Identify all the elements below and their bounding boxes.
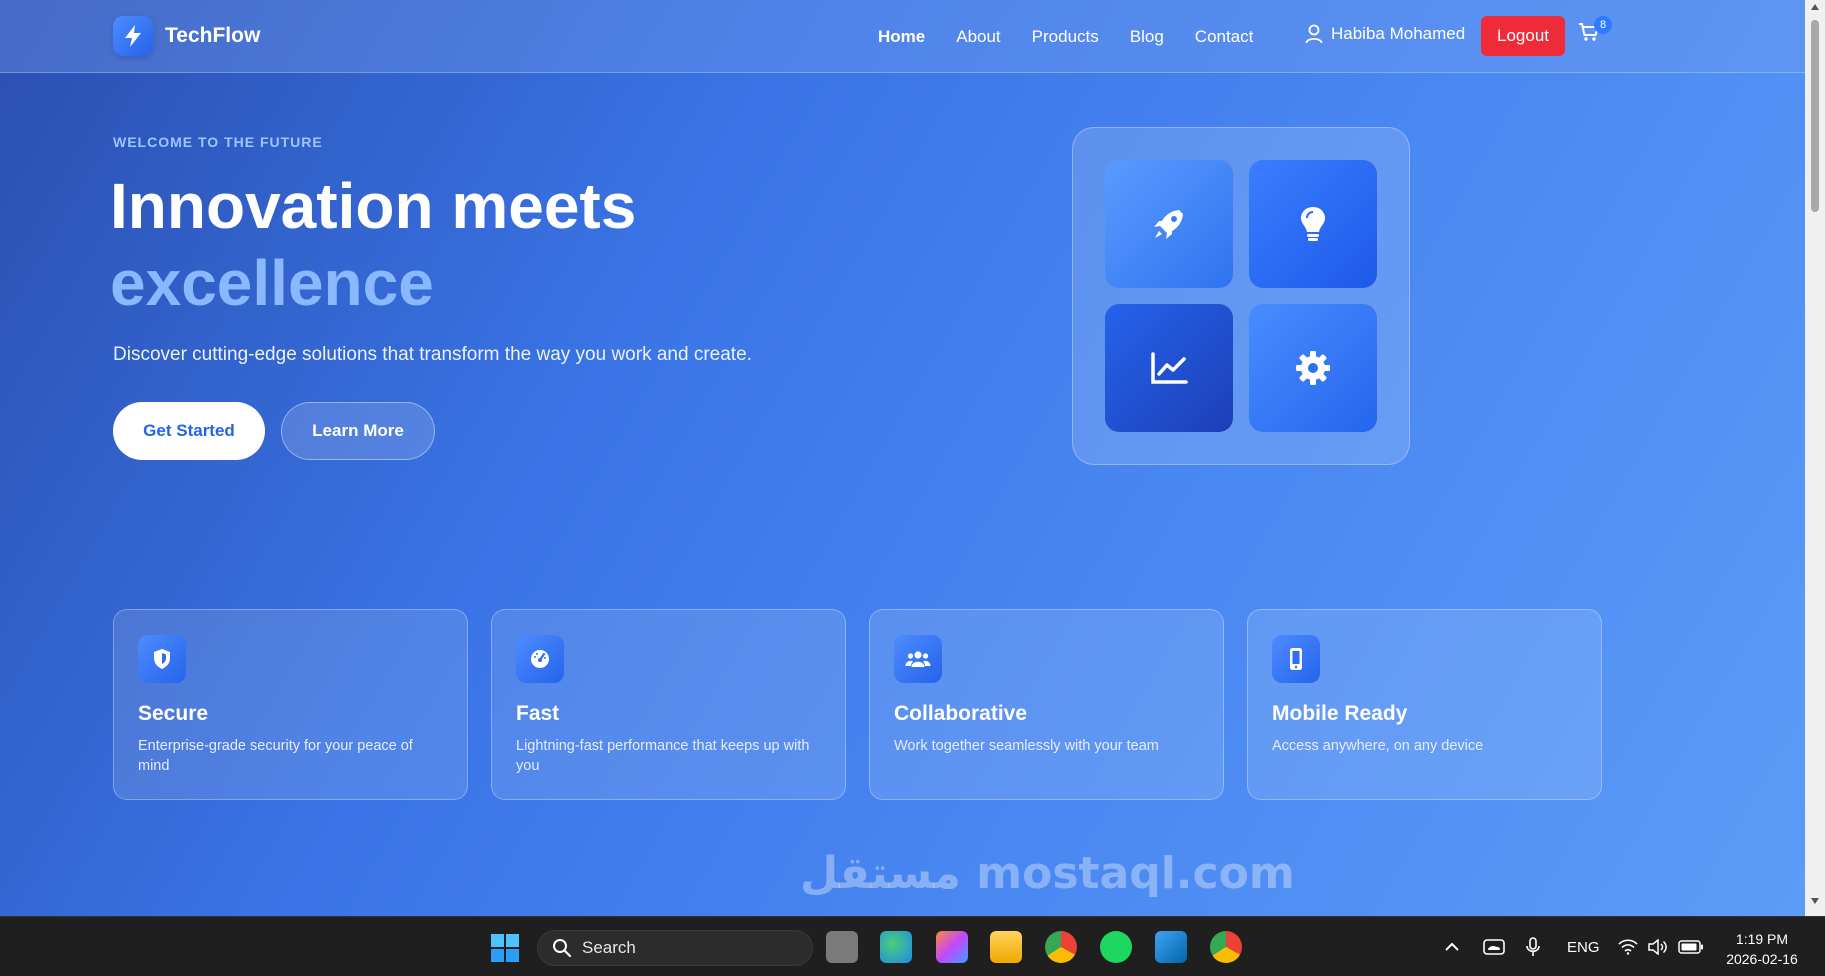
feature-card-mobile-ready: Mobile Ready Access anywhere, on any dev… (1247, 609, 1602, 800)
language-indicator[interactable]: ENG (1567, 917, 1600, 976)
user-name: Habiba Mohamed (1331, 24, 1466, 43)
nav-blog[interactable]: Blog (1130, 27, 1164, 47)
copilot-icon[interactable] (936, 931, 968, 963)
nav-contact[interactable]: Contact (1195, 27, 1254, 47)
spotify-icon[interactable] (1100, 931, 1132, 963)
speedometer-icon (516, 635, 564, 683)
feature-title: Secure (138, 702, 209, 725)
nav-home[interactable]: Home (878, 27, 925, 47)
nav-products[interactable]: Products (1032, 27, 1099, 47)
task-view-icon[interactable] (826, 931, 858, 963)
gear-icon (1296, 351, 1330, 385)
hero-icon-grid (1072, 127, 1410, 465)
chrome-profile-icon[interactable] (1210, 931, 1242, 963)
feature-description: Enterprise-grade security for your peace… (138, 738, 413, 774)
search-placeholder: Search (582, 938, 636, 957)
brand[interactable]: TechFlow (113, 16, 260, 56)
hero-title: Innovation meets (110, 170, 637, 242)
cart-button[interactable]: 8 (1578, 16, 1612, 47)
brand-name: TechFlow (165, 24, 261, 47)
get-started-button[interactable]: Get Started (113, 402, 265, 460)
battery-icon[interactable] (1678, 917, 1704, 976)
user-profile[interactable]: Habiba Mohamed (1305, 24, 1465, 44)
scroll-up-arrow-icon[interactable] (1811, 4, 1819, 10)
chrome-browser-icon[interactable] (1045, 931, 1077, 963)
scroll-thumb[interactable] (1811, 20, 1819, 212)
tray-overflow-chevron-icon[interactable] (1444, 917, 1460, 976)
vertical-scrollbar[interactable] (1805, 0, 1825, 916)
rocket-icon (1154, 210, 1183, 239)
clock-date: 2026-02-16 (1726, 951, 1798, 967)
volume-icon[interactable] (1648, 917, 1668, 976)
rocket-tile (1105, 160, 1233, 288)
hero-eyebrow: WELCOME TO THE FUTURE (113, 134, 323, 150)
feature-title: Fast (516, 702, 560, 725)
learn-more-button[interactable]: Learn More (281, 402, 435, 460)
file-explorer-icon[interactable] (990, 931, 1022, 963)
wifi-icon[interactable] (1618, 917, 1638, 976)
windows-taskbar: Search ENG 1:19 PM 2026-02-16 (0, 916, 1825, 976)
chart-line-icon (1151, 352, 1188, 384)
scroll-down-arrow-icon[interactable] (1811, 898, 1819, 904)
shield-icon (138, 635, 186, 683)
vscode-icon[interactable] (1155, 931, 1187, 963)
onedrive-icon[interactable] (1483, 917, 1505, 976)
lightning-bolt-icon (113, 16, 153, 56)
feature-card-secure: Secure Enterprise-grade security for you… (113, 609, 468, 800)
hero-title-highlight: excellence (110, 247, 434, 319)
lightbulb-tile (1249, 160, 1377, 288)
system-clock[interactable]: 1:19 PM 2026-02-16 (1722, 929, 1802, 969)
watermark: مستقل mostaql.com (800, 848, 1295, 899)
cart-count-badge: 8 (1594, 16, 1612, 34)
top-navbar: TechFlow Home About Products Blog Contac… (0, 0, 1805, 73)
feature-card-fast: Fast Lightning-fast performance that kee… (491, 609, 846, 800)
user-icon (1305, 24, 1323, 44)
mobile-icon (1272, 635, 1320, 683)
windows-logo-icon (491, 934, 519, 962)
search-icon (553, 939, 572, 958)
settings-tile (1249, 304, 1377, 432)
page: TechFlow Home About Products Blog Contac… (0, 0, 1805, 916)
microphone-icon[interactable] (1526, 917, 1540, 976)
feature-description: Work together seamlessly with your team (894, 738, 1159, 754)
feature-card-collaborative: Collaborative Work together seamlessly w… (869, 609, 1224, 800)
feature-description: Lightning-fast performance that keeps up… (516, 738, 810, 774)
feature-description: Access anywhere, on any device (1272, 738, 1484, 754)
feature-title: Mobile Ready (1272, 702, 1408, 725)
chart-tile (1105, 304, 1233, 432)
windows-start-button[interactable] (490, 933, 520, 968)
users-icon (894, 635, 942, 683)
feature-title: Collaborative (894, 702, 1028, 725)
logout-button[interactable]: Logout (1481, 16, 1565, 56)
edge-browser-icon[interactable] (880, 931, 912, 963)
main-nav: Home About Products Blog Contact (878, 0, 1284, 73)
hero-description: Discover cutting-edge solutions that tra… (113, 344, 752, 365)
clock-time: 1:19 PM (1735, 931, 1789, 947)
taskbar-search[interactable]: Search (537, 930, 813, 966)
lightbulb-icon (1301, 207, 1325, 241)
nav-about[interactable]: About (956, 27, 1000, 47)
